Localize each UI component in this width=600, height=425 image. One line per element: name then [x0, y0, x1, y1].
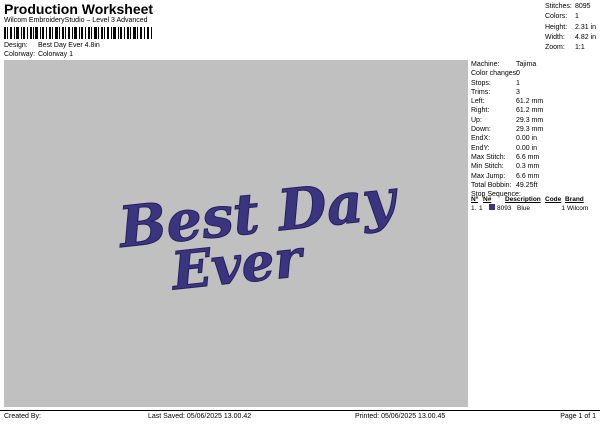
page-footer: Created By: Last Saved: 05/06/2025 13.00…: [0, 410, 600, 425]
info-trims: Trims: 3: [471, 88, 520, 96]
info-total-bobbin: Total Bobbin: 49.25ft: [471, 181, 538, 189]
thread-color-swatch: [489, 204, 495, 210]
info-machine: Machine: Tajima: [471, 61, 537, 68]
info-left: Left: 61.2 mm: [471, 98, 544, 106]
stop-table-row: 1. 1 8093 Blue 1 Wilcom: [471, 204, 589, 212]
software-subtitle: Wilcom EmbroideryStudio – Level 3 Advanc…: [4, 17, 148, 24]
design-text-line2: Ever: [167, 228, 309, 303]
summary-stats: Stitches: 8095 Colors: 1 Height: 2.31 in Wi…: [545, 2, 596, 53]
info-color-changes: Color changes: 0: [471, 70, 520, 78]
info-max-jump: Max Jump: 6.6 mm: [471, 172, 540, 180]
info-endx: EndX: 0.00 in: [471, 135, 538, 143]
design-label: Design:: [4, 42, 28, 49]
embroidery-design-image: Best Day Ever: [113, 165, 402, 303]
info-endy: EndY: 0.00 in: [471, 144, 538, 152]
info-max-stitch: Max Stitch: 6.6 mm: [471, 153, 540, 161]
stat-stitches: Stitches: 8095: [545, 3, 591, 10]
machine-info-panel: Machine: Tajima Color changes: 0 Stops: 1 T…: [469, 60, 597, 407]
info-right: Right: 61.2 mm: [471, 107, 544, 115]
info-up: Up: 29.3 mm: [471, 116, 544, 124]
info-down: Down: 29.3 mm: [471, 126, 544, 134]
printed-date: Printed: 05/06/2025 13.00.45: [355, 413, 446, 420]
design-row: Design: Best Day Ever 4.8in: [4, 42, 100, 49]
stop-sequence-table: Nº N# Description Code Brand 1. 1 8093 B…: [469, 195, 597, 213]
stat-colors: Colors: 1: [545, 13, 579, 21]
page-number: Page 1 of 1: [560, 413, 596, 420]
info-stops: Stops: 1: [471, 79, 520, 87]
colorway-value: Colorway 1: [37, 51, 73, 58]
design-preview: Best Day Ever: [4, 60, 468, 407]
stat-height: Height: 2.31 in: [545, 23, 597, 31]
barcode: [4, 27, 152, 39]
stop-table-header: Nº N# Description Code Brand: [471, 196, 584, 203]
last-saved: Last Saved: 05/06/2025 13.00.42: [148, 413, 252, 420]
colorway-label: Colorway:: [4, 51, 36, 58]
created-by: Created By:: [4, 413, 41, 420]
stat-zoom: Zoom: 1:1: [545, 44, 585, 52]
design-value: Best Day Ever 4.8in: [37, 42, 100, 49]
stat-width: Width: 4.82 in: [545, 33, 597, 41]
info-min-stitch: Min Stitch: 0.3 mm: [471, 163, 540, 171]
page-title: Production Worksheet: [4, 1, 154, 17]
colorway-row: Colorway: Colorway 1: [4, 51, 73, 58]
